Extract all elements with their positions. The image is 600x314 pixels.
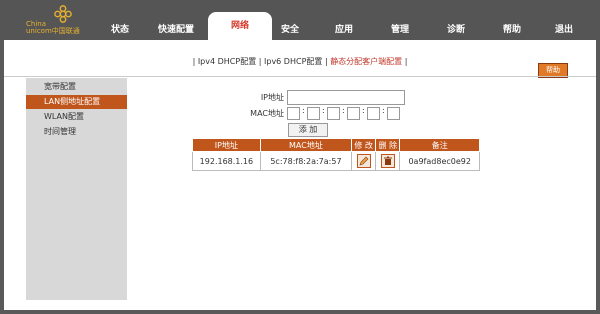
logo-line2-cn: 中国联通 [51, 27, 80, 35]
row-ip: 192.168.1.16 [192, 151, 261, 171]
mac-colon: : [342, 106, 345, 115]
nav-diagnostics[interactable]: 诊断 [444, 22, 468, 35]
subtab-ipv4-dhcp[interactable]: Ipv4 DHCP配置 [198, 57, 256, 66]
mac-colon: : [322, 106, 325, 115]
nav-help[interactable]: 帮助 [500, 22, 524, 35]
mac-field-6[interactable] [387, 107, 400, 120]
sidebar: 宽带配置 LAN侧地址配置 WLAN配置 时间管理 [26, 78, 127, 300]
mac-field-2[interactable] [307, 107, 320, 120]
mac-colon: : [302, 106, 305, 115]
mac-label: MAC地址 [250, 109, 284, 118]
mac-field-1[interactable] [287, 107, 300, 120]
subtab-ipv6-dhcp[interactable]: Ipv6 DHCP配置 [264, 57, 322, 66]
logo-line2: unicom [26, 27, 52, 35]
sidebar-item-time[interactable]: 时间管理 [26, 125, 127, 139]
sub-tabs: | Ipv4 DHCP配置 | Ipv6 DHCP配置 | 静态分配客户端配置 … [4, 56, 596, 67]
nav-application[interactable]: 应用 [332, 22, 356, 35]
logo-text: China unicom中国联通 [26, 21, 80, 35]
logo: China unicom中国联通 [26, 5, 86, 37]
subtab-static-client[interactable]: 静态分配客户端配置 [330, 57, 402, 66]
static-client-table: IP地址 MAC地址 修 改 删 除 备注 192.168.1.16 5c:78… [192, 138, 480, 171]
nav-status[interactable]: 状态 [108, 22, 132, 35]
mac-colon: : [362, 106, 365, 115]
table-header-row: IP地址 MAC地址 修 改 删 除 备注 [192, 138, 480, 152]
mac-field-5[interactable] [367, 107, 380, 120]
content-area: | Ipv4 DHCP配置 | Ipv6 DHCP配置 | 静态分配客户端配置 … [4, 40, 596, 310]
col-note: 备注 [399, 138, 480, 152]
col-delete: 删 除 [375, 138, 401, 152]
table-row: 192.168.1.16 5c:78:f8:2a:7a:57 0a9fad8ec… [192, 151, 480, 171]
mac-field-4[interactable] [347, 107, 360, 120]
mac-colon: : [382, 106, 385, 115]
nav-quick-setup[interactable]: 快速配置 [156, 22, 196, 35]
ip-input[interactable] [287, 90, 405, 105]
mac-field-3[interactable] [327, 107, 340, 120]
nav-logout[interactable]: 退出 [552, 22, 576, 35]
sidebar-item-broadband[interactable]: 宽带配置 [26, 80, 127, 94]
subtab-separator: | [192, 57, 196, 66]
nav-management[interactable]: 管理 [388, 22, 412, 35]
col-mac: MAC地址 [259, 138, 353, 152]
nav-network[interactable]: 网络 [208, 12, 272, 40]
edit-cell [351, 151, 377, 171]
trash-icon[interactable] [380, 154, 395, 168]
subtab-separator: | [404, 57, 408, 66]
subtab-separator: | [324, 57, 328, 66]
delete-cell [375, 151, 401, 171]
nav-security[interactable]: 安全 [278, 22, 302, 35]
top-bar: China unicom中国联通 状态 快速配置 网络 安全 应用 管理 诊断 … [0, 0, 600, 40]
col-edit: 修 改 [351, 138, 377, 152]
edit-icon[interactable] [356, 154, 371, 168]
add-button[interactable]: 添 加 [288, 123, 328, 137]
sidebar-item-wlan[interactable]: WLAN配置 [26, 110, 127, 124]
sidebar-item-lan[interactable]: LAN侧地址配置 [26, 95, 127, 109]
subtab-separator: | [258, 57, 262, 66]
ip-label: IP地址 [260, 93, 284, 102]
row-mac: 5c:78:f8:2a:7a:57 [259, 151, 353, 171]
col-ip: IP地址 [192, 138, 261, 152]
divider [4, 76, 596, 77]
row-note: 0a9fad8ec0e92 [399, 151, 480, 171]
